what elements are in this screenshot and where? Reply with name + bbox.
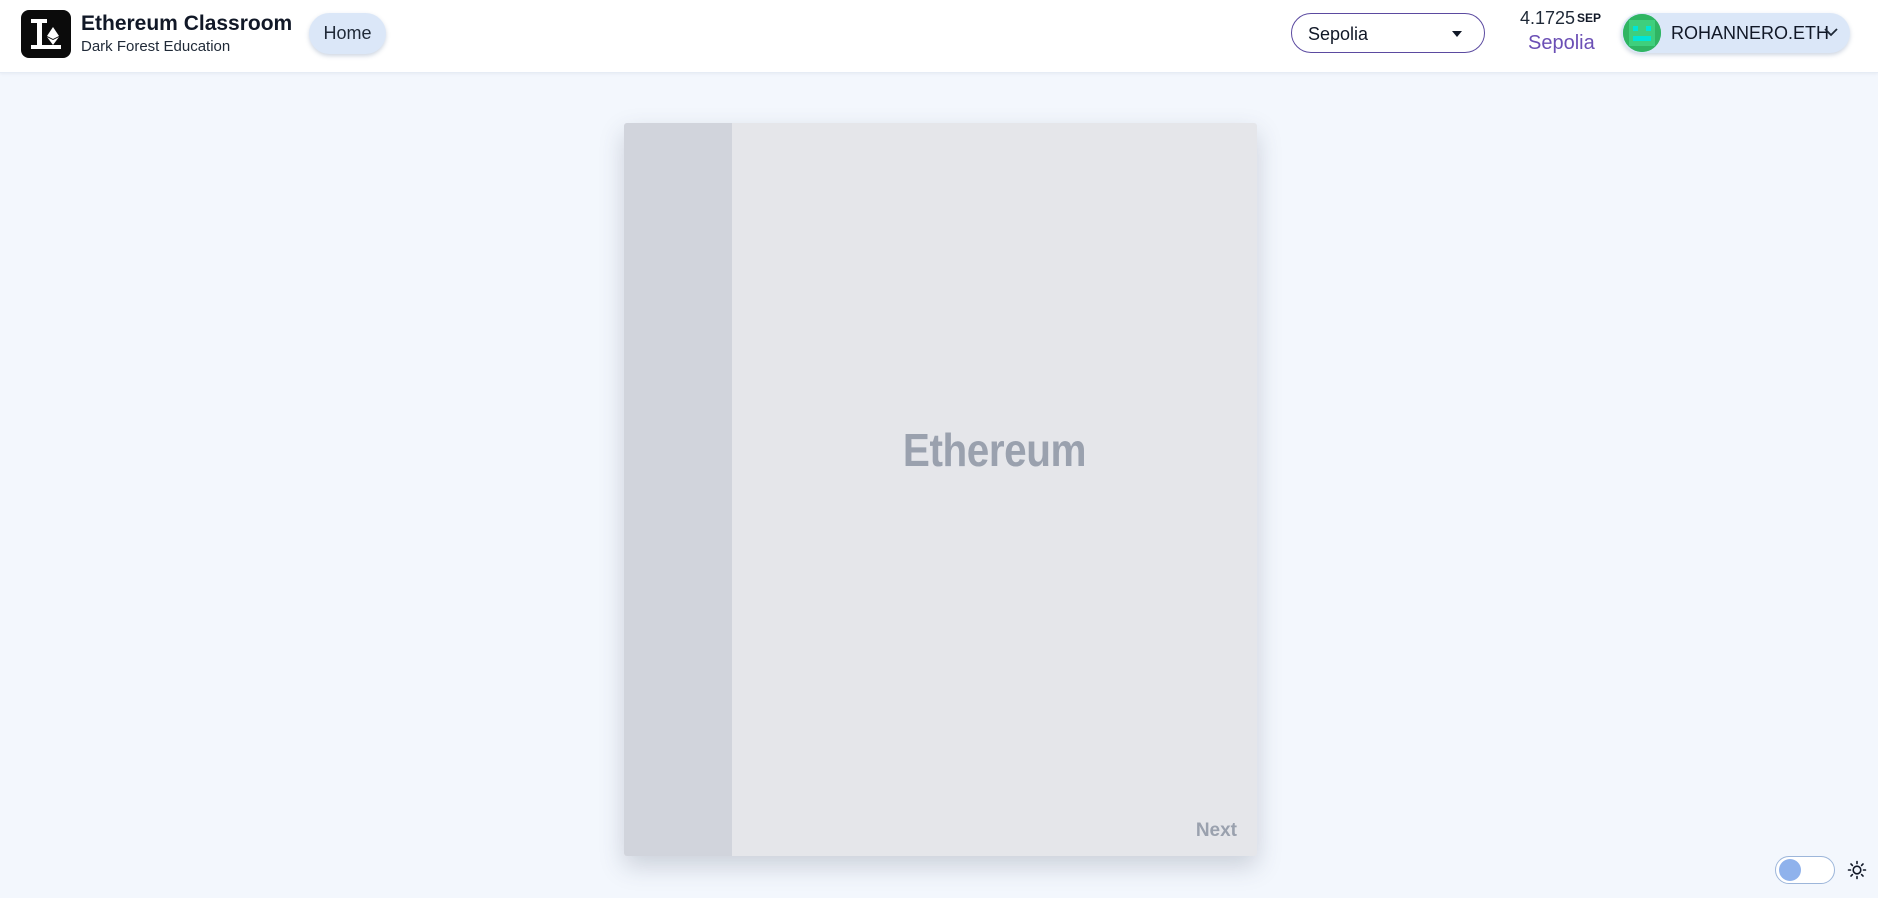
caret-down-icon bbox=[1452, 31, 1462, 37]
account-menu-button[interactable]: ROHANNERO.ETH bbox=[1621, 13, 1850, 53]
top-navbar: Ethereum Classroom Dark Forest Education… bbox=[0, 0, 1878, 73]
account-label: ROHANNERO.ETH bbox=[1671, 23, 1830, 43]
book-title: Ethereum bbox=[902, 424, 1087, 476]
ethereum-classroom-logo-icon[interactable] bbox=[21, 10, 71, 58]
network-select[interactable]: Sepolia bbox=[1291, 13, 1485, 53]
brand-title: Ethereum Classroom bbox=[81, 12, 293, 35]
brand-subtitle: Dark Forest Education bbox=[81, 38, 231, 55]
avatar bbox=[1623, 14, 1661, 52]
balance-network-name: Sepolia bbox=[1528, 32, 1595, 54]
balance-unit: SEP bbox=[1577, 11, 1602, 25]
home-button[interactable]: Home bbox=[309, 13, 386, 54]
network-select-value: Sepolia bbox=[1308, 24, 1369, 44]
book-cover[interactable]: Ethereum Next bbox=[624, 123, 1257, 856]
balance-amount: 4.1725 bbox=[1520, 8, 1576, 28]
theme-toggle-knob bbox=[1779, 859, 1801, 881]
sun-icon bbox=[1847, 860, 1867, 880]
chevron-down-icon bbox=[1824, 28, 1838, 37]
book-spine bbox=[624, 123, 732, 856]
next-page-button[interactable]: Next bbox=[1196, 820, 1237, 842]
theme-toggle[interactable] bbox=[1775, 856, 1835, 884]
